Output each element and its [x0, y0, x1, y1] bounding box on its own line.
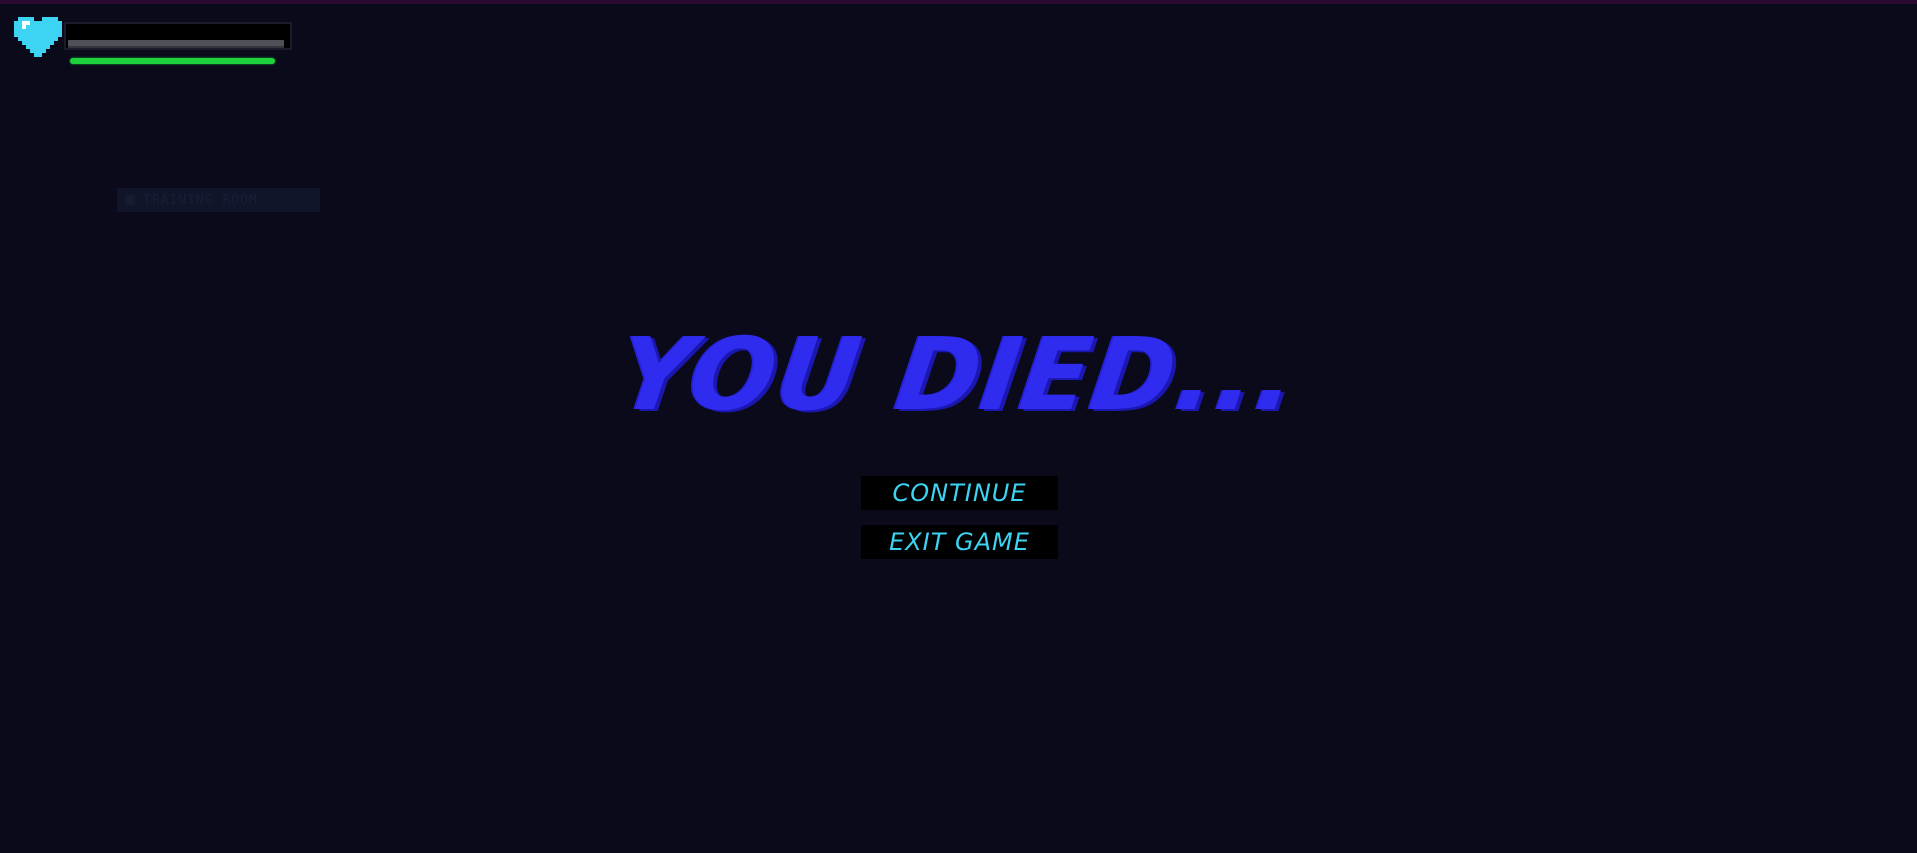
game-over-title: YOU DIED... [611, 316, 1306, 433]
player-hud [14, 16, 292, 68]
game-over-screen: TRAINING ROOM YOU DIED... CONTINUE EXIT … [0, 0, 1917, 853]
top-border [0, 0, 1917, 4]
stamina-bar-fill [70, 58, 275, 64]
continue-button[interactable]: CONTINUE [861, 476, 1058, 510]
heart-icon [14, 17, 62, 57]
stamina-bar [70, 58, 286, 64]
exit-game-button[interactable]: EXIT GAME [861, 525, 1058, 559]
health-bar-fill [68, 40, 284, 48]
background-label-chip: TRAINING ROOM [117, 188, 320, 212]
background-label: TRAINING ROOM [143, 192, 258, 208]
health-bar [64, 22, 292, 50]
chip-icon [125, 195, 135, 205]
